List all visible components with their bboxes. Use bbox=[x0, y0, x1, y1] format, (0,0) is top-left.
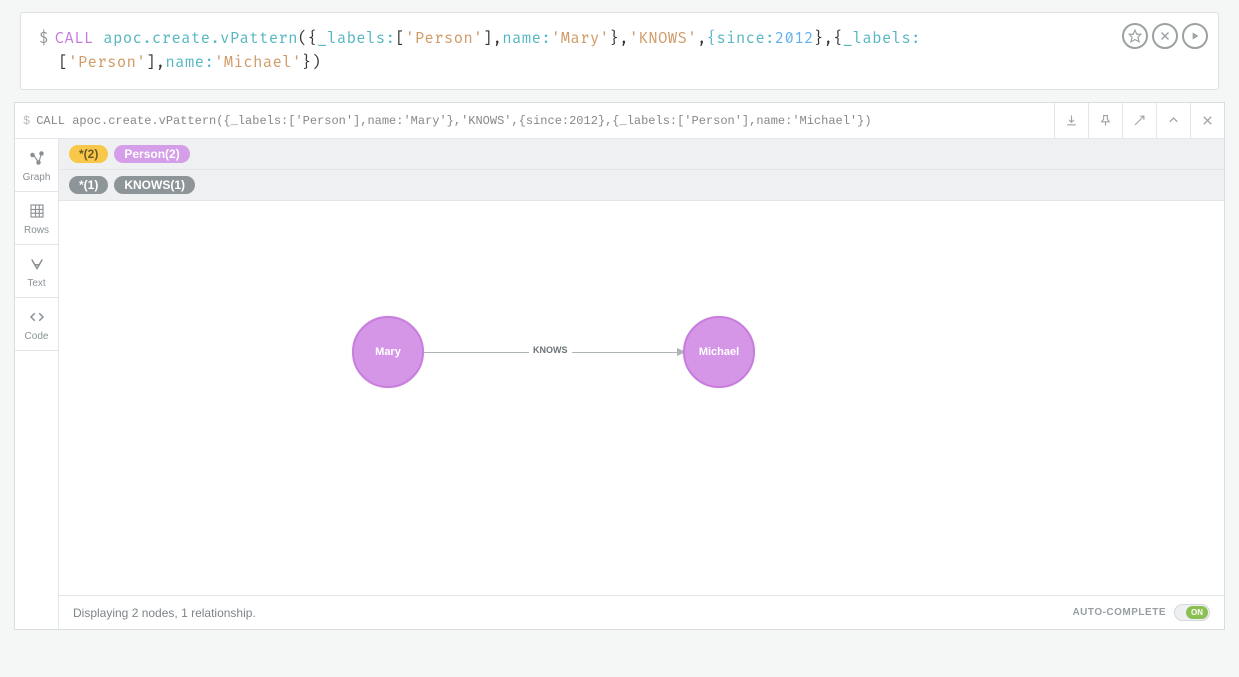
tag-person[interactable]: Person(2) bbox=[114, 145, 189, 163]
query-editor-text[interactable]: $CALL apoc.create.vPattern({_labels:['Pe… bbox=[21, 13, 1122, 89]
pin-button[interactable] bbox=[1088, 103, 1122, 139]
result-prompt: $ bbox=[15, 114, 30, 128]
result-body: Graph Rows Text Code *(2) Person(2) *(1) bbox=[15, 139, 1224, 629]
query-editor: $CALL apoc.create.vPattern({_labels:['Pe… bbox=[20, 12, 1219, 90]
view-tab-text-label: Text bbox=[15, 278, 58, 289]
autocomplete-toggle[interactable]: ON bbox=[1174, 604, 1210, 621]
clear-button[interactable] bbox=[1152, 23, 1178, 49]
tag-all-rels[interactable]: *(1) bbox=[69, 176, 108, 194]
status-text: Displaying 2 nodes, 1 relationship. bbox=[73, 606, 1072, 620]
autocomplete-label: AUTO-COMPLETE bbox=[1072, 607, 1166, 618]
graph-node-michael[interactable]: Michael bbox=[683, 316, 755, 388]
view-tab-graph-label: Graph bbox=[15, 172, 58, 183]
result-header-actions bbox=[1054, 103, 1224, 139]
view-sidebar: Graph Rows Text Code bbox=[15, 139, 59, 629]
toggle-knob: ON bbox=[1186, 606, 1208, 619]
executed-query-text: CALL apoc.create.vPattern({_labels:['Per… bbox=[30, 114, 1054, 128]
prompt-symbol: $ bbox=[39, 29, 49, 48]
view-tab-rows-label: Rows bbox=[15, 225, 58, 236]
close-result-button[interactable] bbox=[1190, 103, 1224, 139]
result-content: *(2) Person(2) *(1) KNOWS(1) KNOWS Mary … bbox=[59, 139, 1224, 629]
view-tab-graph[interactable]: Graph bbox=[15, 139, 58, 192]
view-tab-rows[interactable]: Rows bbox=[15, 192, 58, 245]
edge-label[interactable]: KNOWS bbox=[529, 345, 572, 355]
view-tab-code[interactable]: Code bbox=[15, 298, 58, 351]
view-tab-code-label: Code bbox=[15, 331, 58, 342]
node-labels-bar: *(2) Person(2) bbox=[59, 139, 1224, 170]
relationship-types-bar: *(1) KNOWS(1) bbox=[59, 170, 1224, 201]
result-header: $ CALL apoc.create.vPattern({_labels:['P… bbox=[15, 103, 1224, 139]
result-panel: $ CALL apoc.create.vPattern({_labels:['P… bbox=[14, 102, 1225, 630]
run-button[interactable] bbox=[1182, 23, 1208, 49]
expand-button[interactable] bbox=[1122, 103, 1156, 139]
collapse-up-button[interactable] bbox=[1156, 103, 1190, 139]
editor-actions bbox=[1122, 13, 1218, 49]
tag-knows[interactable]: KNOWS(1) bbox=[114, 176, 195, 194]
graph-node-mary[interactable]: Mary bbox=[352, 316, 424, 388]
graph-canvas[interactable]: KNOWS Mary Michael bbox=[59, 201, 1224, 595]
tag-all-nodes[interactable]: *(2) bbox=[69, 145, 108, 163]
view-tab-text[interactable]: Text bbox=[15, 245, 58, 298]
result-footer: Displaying 2 nodes, 1 relationship. AUTO… bbox=[59, 595, 1224, 629]
favorite-button[interactable] bbox=[1122, 23, 1148, 49]
download-button[interactable] bbox=[1054, 103, 1088, 139]
